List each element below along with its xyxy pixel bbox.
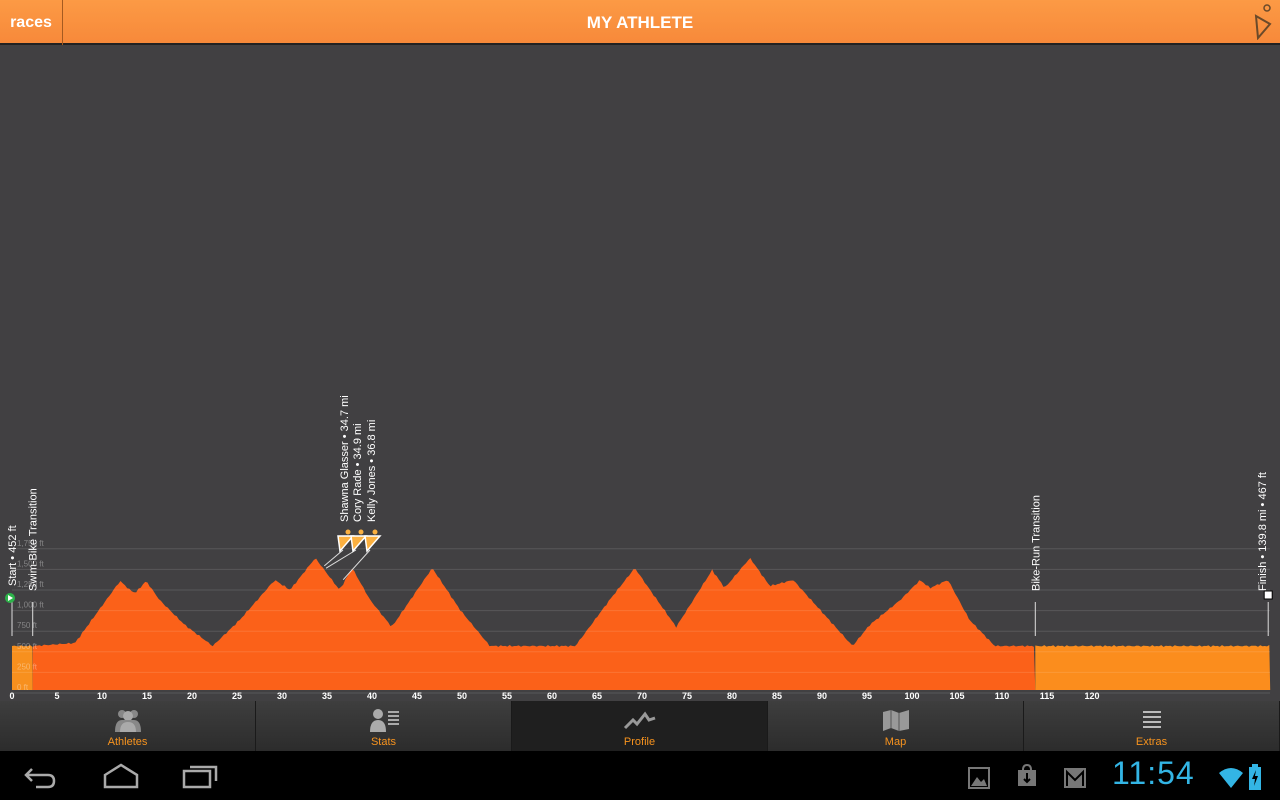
x-tick-label: 30: [277, 691, 287, 701]
athlete-pointer-line: [325, 549, 357, 569]
page-title: MY ATHLETE: [586, 13, 694, 32]
athlete-dot: [345, 529, 351, 535]
system-nav-bar: 11:54: [0, 751, 1280, 800]
y-tick-label: 1,000 ft: [17, 601, 44, 610]
marker-label: Swim-Bike Transition: [28, 488, 40, 591]
back-icon[interactable]: [22, 765, 58, 789]
x-tick-label: 105: [949, 691, 964, 701]
x-tick-label: 85: [772, 691, 782, 701]
y-tick-label: 750 ft: [17, 621, 38, 630]
tab-label: Stats: [370, 736, 397, 748]
x-tick-label: 60: [547, 691, 557, 701]
x-tick-label: 100: [904, 691, 919, 701]
download-notification-icon[interactable]: [1016, 764, 1038, 788]
x-tick-label: 0: [9, 691, 14, 701]
marker-label: Start • 452 ft: [7, 525, 19, 586]
clock[interactable]: 11:54: [1112, 755, 1195, 792]
tab-map[interactable]: Map: [768, 701, 1024, 751]
x-tick-label: 45: [412, 691, 422, 701]
x-tick-label: 90: [817, 691, 827, 701]
x-tick-label: 25: [232, 691, 242, 701]
top-bar: races MY ATHLETE: [0, 0, 1280, 45]
tab-label: Map: [884, 736, 907, 748]
tab-label: Athletes: [107, 736, 148, 748]
home-icon[interactable]: [102, 763, 140, 789]
app-logo-icon[interactable]: [1252, 4, 1274, 40]
x-tick-label: 55: [502, 691, 512, 701]
x-tick-label: 80: [727, 691, 737, 701]
tab-extras[interactable]: Extras: [1024, 701, 1280, 751]
gallery-notification-icon[interactable]: [968, 767, 990, 789]
tab-stats[interactable]: Stats: [256, 701, 512, 751]
y-tick-label: 250 ft: [17, 662, 38, 671]
x-tick-label: 75: [682, 691, 692, 701]
athlete-label: Kelly Jones • 36.8 mi: [366, 420, 378, 522]
tab-athletes[interactable]: Athletes: [0, 701, 256, 751]
x-tick-label: 115: [1040, 691, 1055, 701]
athlete-label: Shawna Glasser • 34.7 mi: [339, 395, 351, 522]
x-tick-label: 95: [862, 691, 872, 701]
elevation-profile-chart[interactable]: 0 ft250 ft500 ft750 ft1,000 ft1,250 ft1,…: [0, 46, 1280, 701]
x-tick-label: 5: [54, 691, 59, 701]
x-tick-label: 10: [97, 691, 107, 701]
athlete-dot: [372, 529, 378, 535]
marker-label: Finish • 139.8 mi • 467 ft: [1257, 472, 1269, 591]
y-tick-label: 0 ft: [17, 683, 29, 692]
athlete-pointer-line: [342, 549, 371, 581]
athlete-label: Cory Rade • 34.9 mi: [352, 423, 364, 522]
athlete-dot: [358, 529, 364, 535]
x-tick-label: 40: [367, 691, 377, 701]
x-tick-label: 35: [322, 691, 332, 701]
marker-label: Bike-Run Transition: [1030, 495, 1042, 591]
stats-icon: [369, 709, 399, 732]
x-tick-label: 20: [187, 691, 197, 701]
extras-icon: [1142, 711, 1161, 728]
battery-charging-icon: [1249, 764, 1261, 790]
tab-label: Extras: [1135, 736, 1168, 748]
tab-profile[interactable]: Profile: [512, 701, 768, 751]
x-tick-label: 15: [142, 691, 152, 701]
wifi-icon: [1219, 768, 1243, 788]
x-tick-label: 120: [1084, 691, 1099, 701]
athletes-icon: [114, 710, 141, 732]
gmail-notification-icon[interactable]: [1063, 767, 1087, 789]
profile-icon: [623, 711, 655, 730]
x-tick-label: 65: [592, 691, 602, 701]
bottom-tab-bar: Athletes Stats Profile Map Extras: [0, 701, 1280, 751]
y-tick-label: 500 ft: [17, 642, 38, 651]
x-tick-label: 110: [995, 691, 1010, 701]
recent-apps-icon[interactable]: [182, 763, 220, 789]
tab-label: Profile: [623, 736, 656, 748]
finish-flag-icon: [1263, 590, 1273, 600]
x-tick-label: 70: [637, 691, 647, 701]
x-tick-label: 50: [457, 691, 467, 701]
profile-segment-1: [32, 558, 1036, 690]
map-icon: [882, 710, 909, 731]
